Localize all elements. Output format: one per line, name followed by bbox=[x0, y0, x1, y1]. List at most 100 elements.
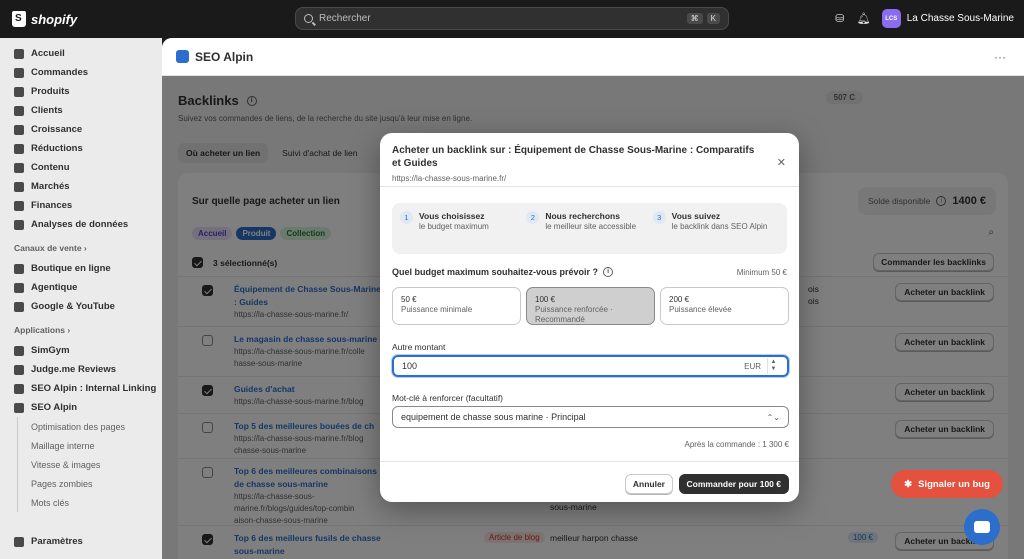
database-icon[interactable]: ⛁ bbox=[834, 13, 846, 25]
shopify-logo[interactable]: shopify bbox=[12, 11, 77, 27]
judge-me-reviews-icon bbox=[14, 364, 24, 375]
sidebar-subitem-vitesse-images[interactable]: Vitesse & images bbox=[17, 455, 162, 474]
close-icon[interactable]: ✕ bbox=[777, 156, 786, 169]
chat-button[interactable] bbox=[964, 509, 1000, 545]
sidebar-subitem-mots-cles[interactable]: Mots clés bbox=[17, 493, 162, 512]
budget-option-200[interactable]: 200 € Puissance élevée bbox=[660, 287, 789, 325]
step-desc: le meilleur site accessible bbox=[545, 222, 637, 231]
app-header: SEO Alpin bbox=[162, 38, 1024, 76]
step-number: 2 bbox=[526, 211, 540, 224]
sidebar-item-reductions[interactable]: Réductions bbox=[0, 139, 162, 158]
store-name: La Chasse Sous-Marine bbox=[906, 13, 1014, 24]
currency-label: EUR bbox=[744, 361, 761, 371]
seo-alpin-icon bbox=[14, 402, 24, 413]
sidebar-item-label: Finances bbox=[31, 200, 73, 211]
analyses-de-donnees-icon bbox=[14, 219, 24, 230]
search-placeholder: Rechercher bbox=[319, 13, 371, 24]
sidebar-item-label: Clients bbox=[31, 105, 63, 116]
sidebar-item-croissance[interactable]: Croissance bbox=[0, 120, 162, 139]
seo-alpin-internal-linking-icon bbox=[14, 383, 24, 394]
option-price: 50 € bbox=[401, 295, 417, 304]
sidebar-item-marches[interactable]: Marchés bbox=[0, 177, 162, 196]
sidebar-item-produits[interactable]: Produits bbox=[0, 82, 162, 101]
steps-panel: 1 Vous choisissez le budget maximum 2 Nous r… bbox=[392, 203, 787, 254]
croissance-icon bbox=[14, 124, 24, 135]
sidebar-item-label: Réductions bbox=[31, 143, 83, 154]
sidebar-item-analyses-de-donnees[interactable]: Analyses de données bbox=[0, 215, 162, 234]
cancel-button[interactable]: Annuler bbox=[624, 474, 673, 494]
sidebar-item-label: SEO Alpin : Internal Linking bbox=[31, 383, 157, 394]
keyword-value: equipement de chasse sous marine · Princ… bbox=[401, 412, 586, 422]
finances-icon bbox=[14, 200, 24, 211]
sidebar-item-boutique-en-ligne[interactable]: Boutique en ligne bbox=[0, 259, 162, 278]
gear-icon bbox=[14, 536, 24, 547]
step-text: Nous recherchons le meilleur site accessi… bbox=[545, 211, 636, 246]
sidebar-item-finances[interactable]: Finances bbox=[0, 196, 162, 215]
budget-option-100[interactable]: 100 € Puissance renforcée · Recommandé bbox=[526, 287, 655, 325]
modal-title: Acheter un backlink sur : Équipement de … bbox=[392, 145, 755, 169]
sidebar-item-label: Contenu bbox=[31, 162, 70, 173]
stepper-icon[interactable]: ▲ ▼ bbox=[767, 358, 779, 374]
sidebar-item-contenu[interactable]: Contenu bbox=[0, 158, 162, 177]
sidebar-subitem-optimisation-des-pages[interactable]: Optimisation des pages bbox=[17, 417, 162, 436]
option-desc: Puissance renforcée · Recommandé bbox=[535, 305, 613, 324]
agentique-icon bbox=[14, 282, 24, 293]
step-1: 1 Vous choisissez le budget maximum bbox=[400, 211, 526, 246]
search-bar[interactable]: Rechercher ⌘ K bbox=[295, 7, 729, 30]
step-title: Vous suivez bbox=[671, 211, 721, 221]
boutique-en-ligne-icon bbox=[14, 263, 24, 274]
sidebar-item-commandes[interactable]: Commandes bbox=[0, 63, 162, 82]
sales-channels-section[interactable]: Canaux de vente › bbox=[0, 237, 162, 259]
select-chevron-icon: ⌃⌄ bbox=[766, 412, 780, 422]
sidebar-subitem-pages-zombies[interactable]: Pages zombies bbox=[17, 474, 162, 493]
sidebar-item-label: Judge.me Reviews bbox=[31, 364, 117, 375]
more-options-icon[interactable]: ··· bbox=[994, 50, 1006, 64]
bell-icon[interactable]: 🔔︎ bbox=[857, 13, 871, 25]
sidebar-item-google-youtube[interactable]: Google & YouTube bbox=[0, 297, 162, 316]
balance-after-order: Après la commande : 1 300 € bbox=[684, 440, 789, 449]
sidebar-item-label: Croissance bbox=[31, 124, 83, 135]
other-amount-value: 100 bbox=[402, 361, 418, 371]
store-avatar: LCS bbox=[881, 9, 901, 28]
option-desc: Puissance élevée bbox=[669, 305, 732, 314]
step-desc: le budget maximum bbox=[419, 222, 489, 231]
step-2: 2 Nous recherchons le meilleur site access… bbox=[526, 211, 652, 246]
report-bug-button[interactable]: ✱ Signaler un bug bbox=[891, 470, 1003, 498]
chat-icon bbox=[974, 521, 990, 533]
sidebar-item-label: Google & YouTube bbox=[31, 301, 115, 312]
step-number: 1 bbox=[400, 211, 413, 224]
option-price: 200 € bbox=[669, 295, 690, 304]
buy-backlink-modal: Acheter un backlink sur : Équipement de … bbox=[380, 133, 799, 502]
applications-section[interactable]: Applications › bbox=[0, 319, 162, 341]
other-amount-input[interactable]: 100 EUR ▲ ▼ bbox=[392, 355, 789, 377]
budget-option-50[interactable]: 50 € Puissance minimale bbox=[392, 287, 521, 325]
commandes-icon bbox=[14, 67, 24, 78]
option-price: 100 € bbox=[535, 295, 556, 304]
sidebar-item-seo-alpin-internal-linking[interactable]: SEO Alpin : Internal Linking bbox=[0, 379, 162, 398]
keyword-select[interactable]: equipement de chasse sous marine · Princ… bbox=[392, 406, 789, 428]
sidebar-item-settings[interactable]: Paramètres bbox=[0, 532, 83, 551]
clients-icon bbox=[14, 105, 24, 116]
seo-alpin-icon bbox=[176, 50, 189, 63]
sidebar-subitem-maillage-interne[interactable]: Maillage interne bbox=[17, 436, 162, 455]
search-icon bbox=[304, 14, 313, 23]
sidebar-item-seo-alpin[interactable]: SEO Alpin bbox=[0, 398, 162, 417]
sidebar-item-label: Boutique en ligne bbox=[31, 263, 111, 274]
sidebar-item-judge-me-reviews[interactable]: Judge.me Reviews bbox=[0, 360, 162, 379]
sidebar-item-label: Marchés bbox=[31, 181, 70, 192]
sidebar-item-accueil[interactable]: Accueil bbox=[0, 44, 162, 63]
google-youtube-icon bbox=[14, 301, 24, 312]
sidebar-item-label: Produits bbox=[31, 86, 70, 97]
sidebar-item-agentique[interactable]: Agentique bbox=[0, 278, 162, 297]
sidebar-item-label: SEO Alpin bbox=[31, 402, 78, 413]
sidebar-item-clients[interactable]: Clients bbox=[0, 101, 162, 120]
submit-order-button[interactable]: Commander pour 100 € bbox=[678, 474, 789, 494]
sidebar-item-simgym[interactable]: SimGym bbox=[0, 341, 162, 360]
step-3: 3 Vous suivez le backlink dans SEO Alpin bbox=[652, 211, 779, 246]
app-name: SEO Alpin bbox=[195, 49, 254, 64]
info-icon[interactable]: i bbox=[603, 267, 614, 277]
shopify-bag-icon bbox=[12, 11, 26, 27]
step-title: Nous recherchons bbox=[545, 211, 620, 221]
store-switcher[interactable]: LCS La Chasse Sous-Marine bbox=[881, 9, 1014, 28]
top-bar: shopify Rechercher ⌘K ⛁ 🔔︎ LCS La Chasse… bbox=[0, 0, 1024, 38]
